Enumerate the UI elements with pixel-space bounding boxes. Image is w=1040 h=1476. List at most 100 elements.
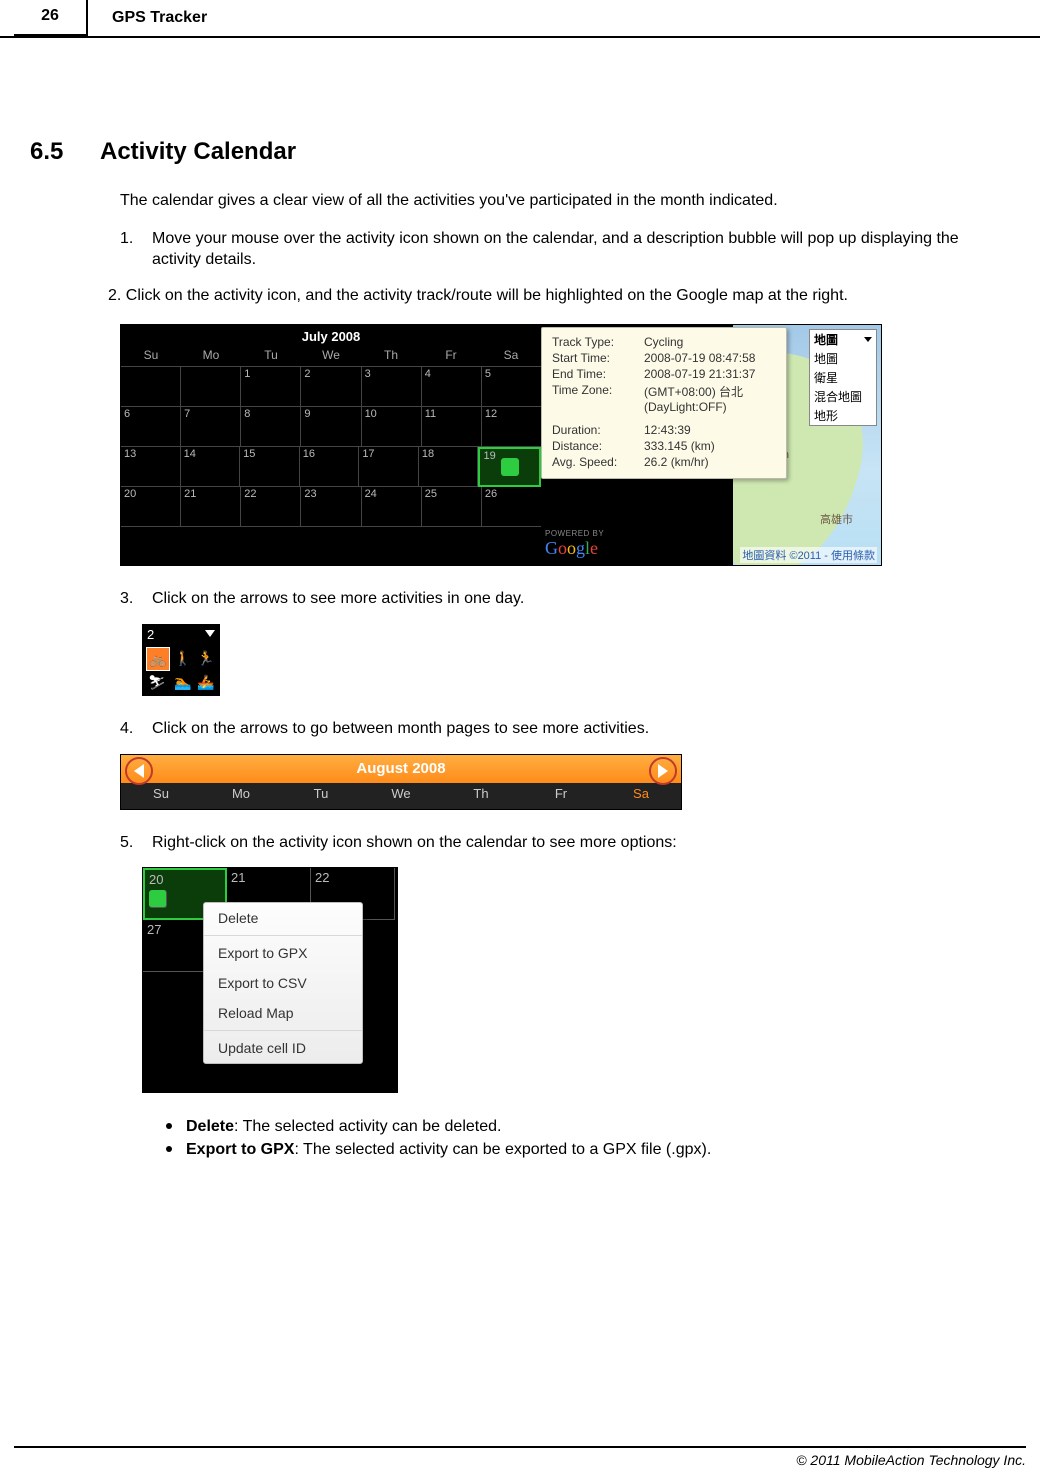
page-content: 6.5Activity Calendar The calendar gives …: [0, 38, 1040, 1162]
weekday-row: Su Mo Tu We Th Fr Sa: [121, 783, 681, 801]
calendar-cell[interactable]: 16: [300, 447, 360, 487]
menu-item-export-csv[interactable]: Export to CSV: [204, 968, 362, 998]
option-name: Delete: [186, 1118, 234, 1135]
activity-walking-icon[interactable]: 🚶: [172, 647, 194, 669]
calendar-cell[interactable]: 4: [422, 367, 482, 407]
calendar-cell-selected[interactable]: 19: [478, 447, 541, 487]
figure-month-nav: August 2008 Su Mo Tu We Th Fr Sa: [120, 754, 682, 810]
tooltip-value: 12:43:39: [644, 415, 776, 438]
map-type-option[interactable]: 衛星: [810, 368, 876, 387]
month-label: August 2008: [356, 760, 445, 777]
map-powered-by: POWERED BY Google: [545, 529, 604, 559]
activity-cycling-icon[interactable]: 🚲: [146, 647, 170, 671]
calendar-cell[interactable]: 3: [362, 367, 422, 407]
calendar-month-label: July 2008: [121, 325, 541, 346]
calendar-cell[interactable]: [181, 367, 241, 407]
tooltip-label: Duration:: [552, 415, 644, 438]
tooltip-value: 2008-07-19 21:31:37: [644, 366, 776, 382]
step-list: 1. Move your mouse over the activity ico…: [120, 228, 1010, 271]
tooltip-label: End Time:: [552, 366, 644, 382]
activity-running-icon[interactable]: 🏃: [195, 647, 217, 669]
prev-month-button[interactable]: [125, 757, 153, 785]
calendar-cell[interactable]: 20: [121, 487, 181, 527]
calendar-cell[interactable]: 14: [181, 447, 241, 487]
calendar-cell[interactable]: 26: [482, 487, 541, 527]
tooltip-label: Avg. Speed:: [552, 454, 644, 470]
menu-item-update-cell-id[interactable]: Update cell ID: [204, 1033, 362, 1063]
calendar-cell[interactable]: 2: [301, 367, 361, 407]
calendar-cell[interactable]: 12: [482, 407, 541, 447]
calendar-weekday-row: Su Mo Tu We Th Fr Sa: [121, 346, 541, 366]
step-3: 3. Click on the arrows to see more activ…: [120, 588, 1010, 610]
tooltip-label: Track Type:: [552, 334, 644, 350]
map-attribution-link[interactable]: 地圖資料 ©2011 - 使用條款: [740, 547, 877, 563]
step-text: Click on the arrows to go between month …: [152, 718, 1010, 740]
weekday-sa: Sa: [601, 786, 681, 801]
calendar-cell[interactable]: 15: [240, 447, 300, 487]
menu-item-reload-map[interactable]: Reload Map: [204, 998, 362, 1028]
context-menu[interactable]: Delete Export to GPX Export to CSV Reloa…: [203, 902, 363, 1064]
map-type-selected[interactable]: 地圖: [810, 330, 876, 349]
menu-separator: [204, 1030, 362, 1031]
page-number: 26: [14, 0, 88, 36]
calendar-cell[interactable]: 25: [422, 487, 482, 527]
calendar-cell[interactable]: 11: [422, 407, 482, 447]
map-type-option[interactable]: 地圖: [810, 349, 876, 368]
step-2: 2. Click on the activity icon, and the a…: [108, 285, 1010, 307]
next-month-button[interactable]: [649, 757, 677, 785]
calendar-cell[interactable]: 23: [301, 487, 361, 527]
calendar-cell[interactable]: 9: [301, 407, 361, 447]
calendar-cell[interactable]: 17: [359, 447, 419, 487]
calendar-cell[interactable]: 21: [181, 487, 241, 527]
figure-day-activity-icons: 2 🚲 🚶 🏃 ⛷ 🏊 🚣: [142, 624, 220, 696]
calendar-widget[interactable]: July 2008 Su Mo Tu We Th Fr Sa 1 2: [121, 325, 541, 565]
calendar-cell[interactable]: 5: [482, 367, 541, 407]
option-name: Export to GPX: [186, 1141, 294, 1158]
list-marker: 4.: [120, 718, 152, 740]
list-marker: 5.: [120, 832, 152, 854]
weekday-we: We: [301, 346, 361, 366]
list-marker: 1.: [120, 228, 152, 271]
list-item: Delete: The selected activity can be del…: [166, 1115, 1010, 1138]
figure-calendar-tooltip-map: July 2008 Su Mo Tu We Th Fr Sa 1 2: [120, 324, 882, 566]
activity-swimming-icon[interactable]: 🏊: [172, 671, 194, 693]
activity-skiing-icon[interactable]: ⛷: [146, 671, 168, 693]
map-type-option[interactable]: 混合地圖: [810, 387, 876, 406]
step-text: Move your mouse over the activity icon s…: [152, 228, 1010, 271]
calendar-cell[interactable]: [121, 367, 181, 407]
calendar-cell[interactable]: 13: [121, 447, 181, 487]
chevron-down-icon[interactable]: [205, 630, 215, 637]
weekday-sa: Sa: [481, 346, 541, 366]
weekday-th: Th: [441, 786, 521, 801]
tooltip-value: (GMT+08:00) 台北 (DayLight:OFF): [644, 382, 776, 415]
tooltip-value: 2008-07-19 08:47:58: [644, 350, 776, 366]
calendar-cell[interactable]: 24: [362, 487, 422, 527]
calendar-cell[interactable]: 18: [419, 447, 479, 487]
weekday-fr: Fr: [521, 786, 601, 801]
activity-rowing-icon[interactable]: 🚣: [195, 671, 217, 693]
section-title: Activity Calendar: [100, 138, 296, 165]
map-type-dropdown[interactable]: 地圖 地圖 衛星 混合地圖 地形: [809, 329, 877, 426]
calendar-cell[interactable]: 1: [241, 367, 301, 407]
figure-context-menu: 20 21 22 27 Delete Export to GPX Export …: [142, 867, 398, 1093]
page-footer: © 2011 MobileAction Technology Inc.: [14, 1446, 1026, 1468]
map-city-label: 高雄市: [820, 511, 853, 527]
step-text: Click on the arrows to see more activiti…: [152, 588, 1010, 610]
activity-icon[interactable]: [501, 458, 519, 476]
menu-item-delete[interactable]: Delete: [204, 903, 362, 933]
calendar-cell[interactable]: 6: [121, 407, 181, 447]
section-number: 6.5: [30, 138, 100, 166]
google-logo: Google: [545, 538, 604, 559]
map-type-option[interactable]: 地形: [810, 406, 876, 425]
tooltip-value: 333.145 (km): [644, 438, 776, 454]
day-count: 2: [147, 627, 154, 642]
activity-icon[interactable]: [149, 890, 167, 908]
calendar-cell[interactable]: 10: [362, 407, 422, 447]
arrow-right-icon: [658, 764, 668, 778]
calendar-cell[interactable]: 7: [181, 407, 241, 447]
weekday-mo: Mo: [201, 786, 281, 801]
menu-item-export-gpx[interactable]: Export to GPX: [204, 938, 362, 968]
tooltip-value: Cycling: [644, 334, 776, 350]
calendar-cell[interactable]: 22: [241, 487, 301, 527]
calendar-cell[interactable]: 8: [241, 407, 301, 447]
